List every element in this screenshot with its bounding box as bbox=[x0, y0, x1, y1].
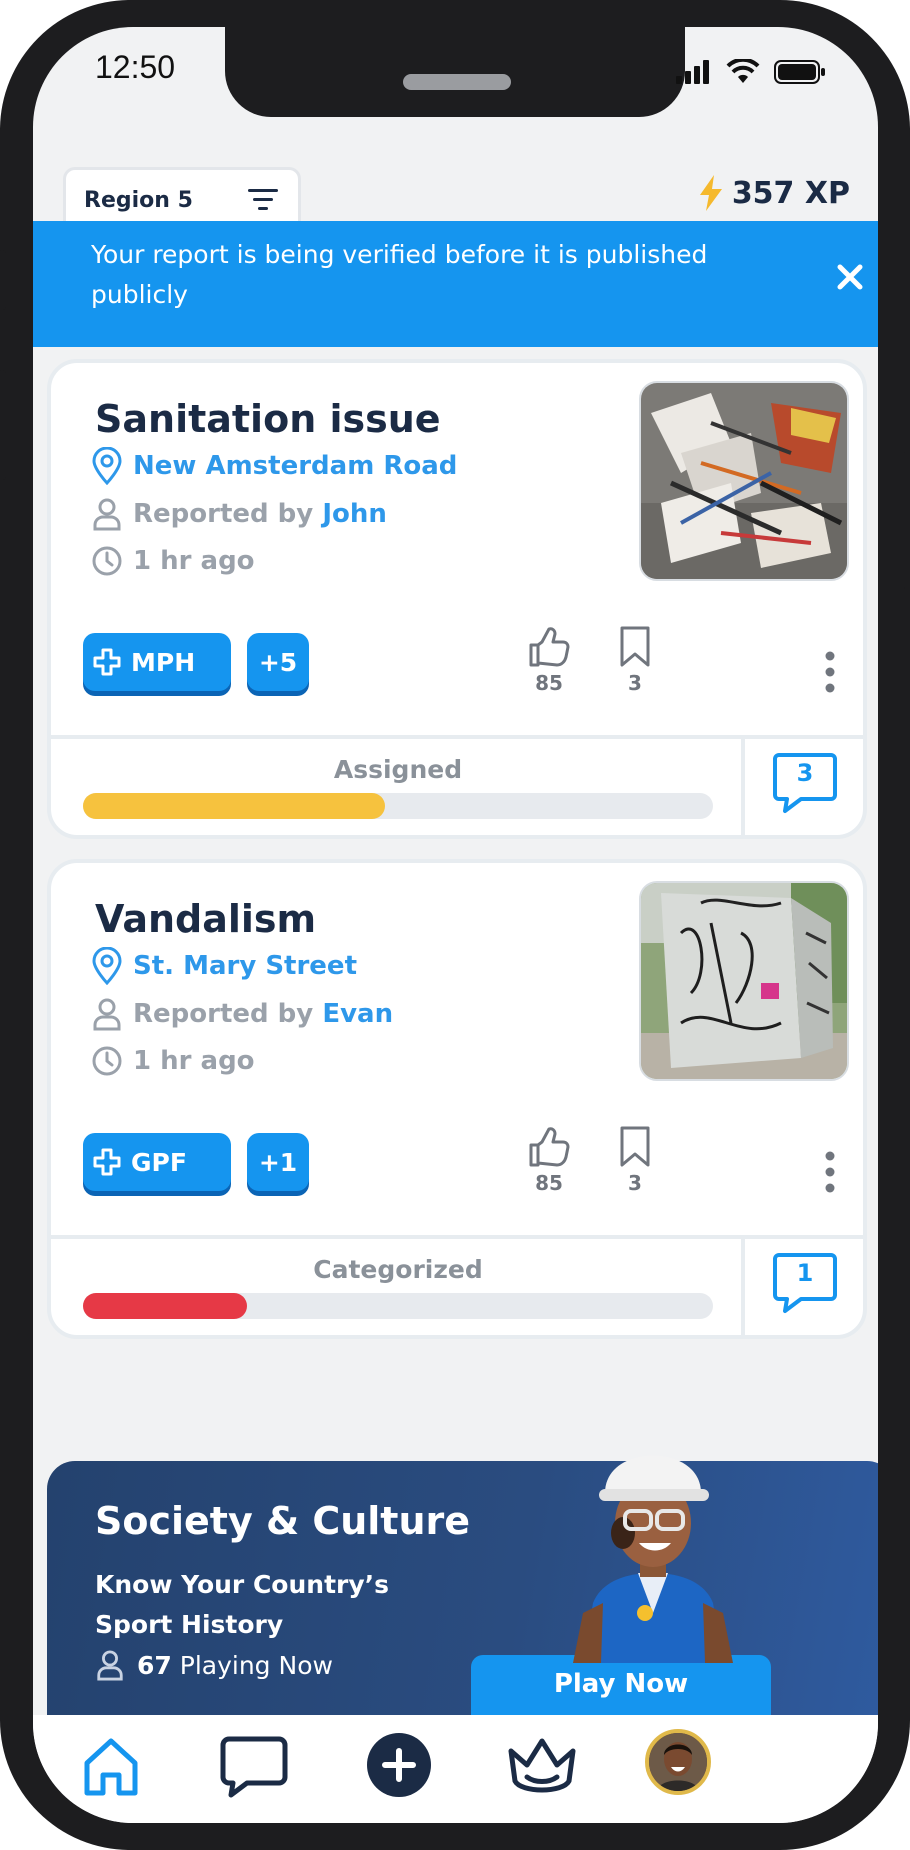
graffiti-photo bbox=[641, 883, 847, 1079]
reporter-name[interactable]: Evan bbox=[322, 999, 393, 1029]
region-label: Region 5 bbox=[84, 187, 193, 213]
verification-banner: Your report is being verified before it … bbox=[33, 221, 878, 347]
players-number: 67 bbox=[137, 1650, 172, 1680]
comment-count: 1 bbox=[796, 1259, 814, 1287]
time-ago: 1 hr ago bbox=[133, 546, 255, 576]
promo-title: Society & Culture bbox=[95, 1499, 471, 1543]
location-pin-icon bbox=[92, 947, 122, 985]
side-button bbox=[0, 370, 6, 480]
comment-count: 3 bbox=[796, 759, 814, 787]
like-count: 85 bbox=[535, 1171, 563, 1195]
notch bbox=[225, 27, 685, 117]
status-time: 12:50 bbox=[95, 49, 176, 85]
report-location: New Amsterdam Road bbox=[91, 447, 457, 485]
like-button[interactable]: 85 bbox=[527, 1125, 571, 1195]
thumbs-up-icon bbox=[529, 1127, 570, 1167]
players-label: Playing Now bbox=[179, 1650, 333, 1680]
signal-icon bbox=[676, 60, 709, 84]
report-card[interactable]: Vandalism St. Mary Street Reported by Ev… bbox=[47, 859, 867, 1339]
medical-cross-icon bbox=[93, 648, 121, 676]
more-options-icon[interactable] bbox=[825, 651, 835, 693]
user-icon bbox=[97, 1650, 123, 1681]
engineer-mascot bbox=[573, 1455, 733, 1663]
crown-icon[interactable] bbox=[505, 1735, 579, 1799]
like-count: 85 bbox=[535, 671, 563, 695]
home-icon[interactable] bbox=[79, 1735, 143, 1799]
side-button bbox=[904, 450, 910, 590]
report-photo[interactable] bbox=[639, 381, 849, 581]
avatar-photo bbox=[649, 1733, 707, 1791]
xp-display: 357 XP bbox=[698, 175, 850, 211]
status-progress bbox=[83, 1293, 713, 1319]
status-icons bbox=[676, 59, 826, 85]
clock-icon bbox=[92, 546, 122, 576]
time-ago: 1 hr ago bbox=[133, 1046, 255, 1076]
report-location: St. Mary Street bbox=[91, 947, 357, 985]
report-photo[interactable] bbox=[639, 881, 849, 1081]
more-options-icon[interactable] bbox=[825, 1151, 835, 1193]
more-tags-button[interactable]: +5 bbox=[247, 633, 309, 691]
reported-by-label: Reported by Evan bbox=[133, 999, 394, 1029]
bookmark-count: 3 bbox=[628, 671, 642, 695]
banner-message: Your report is being verified before it … bbox=[91, 240, 708, 309]
progress-fill bbox=[83, 1293, 247, 1319]
bookmark-icon bbox=[620, 626, 650, 667]
screen: 12:50 Region 5 357 XP Your report is bei… bbox=[33, 27, 878, 1823]
department-tag[interactable]: MPH bbox=[83, 633, 231, 691]
progress-fill bbox=[83, 793, 386, 819]
speaker bbox=[403, 74, 511, 90]
play-now-button[interactable]: Play Now bbox=[471, 1655, 771, 1721]
clock-icon bbox=[92, 1046, 122, 1076]
wifi-icon bbox=[726, 59, 760, 83]
location-text[interactable]: St. Mary Street bbox=[133, 951, 357, 981]
filter-icon bbox=[248, 189, 278, 210]
user-icon bbox=[93, 498, 121, 531]
report-time: 1 hr ago bbox=[91, 545, 255, 577]
department-tag-label: GPF bbox=[131, 1147, 187, 1177]
status-progress bbox=[83, 793, 713, 819]
thumbs-up-icon bbox=[529, 627, 570, 667]
department-tag[interactable]: GPF bbox=[83, 1133, 231, 1191]
user-icon bbox=[93, 998, 121, 1031]
more-tags-label: +5 bbox=[258, 647, 298, 677]
department-tag-label: MPH bbox=[131, 647, 196, 677]
status-label: Assigned bbox=[333, 755, 463, 784]
battery-icon bbox=[774, 60, 825, 84]
like-button[interactable]: 85 bbox=[527, 625, 571, 695]
xp-label: 357 XP bbox=[731, 175, 850, 211]
bookmark-button[interactable]: 3 bbox=[617, 625, 653, 695]
close-icon[interactable] bbox=[828, 255, 872, 299]
bookmark-count: 3 bbox=[628, 1171, 642, 1195]
location-pin-icon bbox=[92, 447, 122, 485]
report-title: Sanitation issue bbox=[95, 397, 441, 441]
bookmark-button[interactable]: 3 bbox=[617, 1125, 653, 1195]
report-card[interactable]: Sanitation issue New Amsterdam Road Repo… bbox=[47, 359, 867, 839]
trash-photo bbox=[641, 383, 847, 579]
chat-icon[interactable] bbox=[219, 1735, 289, 1799]
add-icon[interactable] bbox=[365, 1731, 433, 1799]
promo-subtitle: Know Your Country’s Sport History bbox=[95, 1570, 390, 1639]
bottom-nav bbox=[33, 1715, 878, 1823]
medical-cross-icon bbox=[93, 1148, 121, 1176]
comments-button[interactable]: 1 bbox=[771, 1251, 839, 1317]
bookmark-icon bbox=[620, 1126, 650, 1167]
players-count: 67 Playing Now bbox=[95, 1649, 333, 1681]
phone-frame: 12:50 Region 5 357 XP Your report is bei… bbox=[0, 0, 910, 1850]
report-author: Reported by John bbox=[91, 497, 387, 531]
report-author: Reported by Evan bbox=[91, 997, 393, 1031]
card-divider bbox=[741, 735, 745, 835]
reported-by-label: Reported by John bbox=[133, 499, 387, 529]
comments-button[interactable]: 3 bbox=[771, 751, 839, 817]
location-text[interactable]: New Amsterdam Road bbox=[133, 451, 457, 481]
status-label: Categorized bbox=[313, 1255, 483, 1284]
lightning-icon bbox=[699, 175, 722, 211]
more-tags-label: +1 bbox=[258, 1147, 298, 1177]
card-divider bbox=[741, 1235, 745, 1335]
reporter-name[interactable]: John bbox=[322, 499, 387, 529]
side-button bbox=[0, 250, 6, 310]
report-time: 1 hr ago bbox=[91, 1045, 255, 1077]
report-title: Vandalism bbox=[95, 897, 317, 941]
avatar[interactable] bbox=[645, 1729, 711, 1795]
more-tags-button[interactable]: +1 bbox=[247, 1133, 309, 1191]
